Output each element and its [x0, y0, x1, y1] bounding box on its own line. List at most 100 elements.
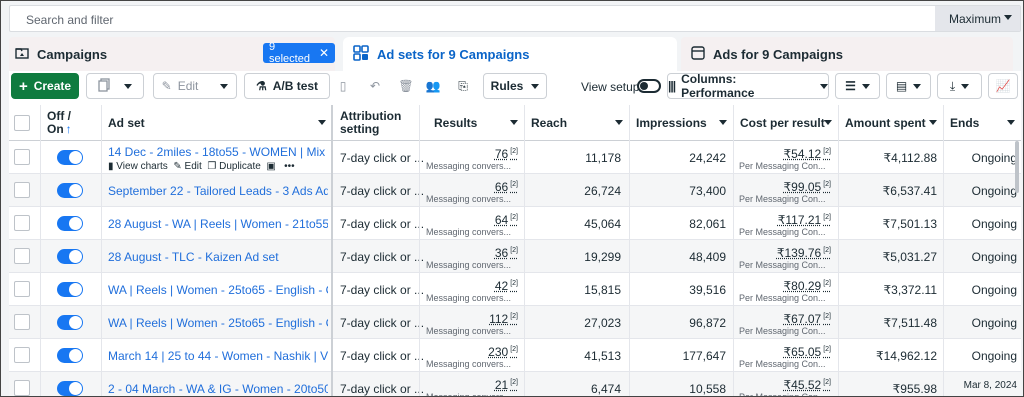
- column-adset[interactable]: Ad set: [102, 105, 332, 141]
- view-mode-label: Maximum: [949, 11, 1002, 26]
- columns-button[interactable]: ||| Columns: Performance: [667, 72, 829, 100]
- results-number: 64: [494, 213, 509, 227]
- results-value[interactable]: 21 [2]: [426, 378, 518, 392]
- results-value[interactable]: 76 [2]: [426, 147, 518, 161]
- table-row[interactable]: 14 Dec - 2miles - 18to55 - WOMEN | Mix ▮ …: [9, 141, 1021, 174]
- adset-toggle[interactable]: [57, 348, 83, 363]
- edit-button[interactable]: ✎ Edit: [153, 73, 237, 99]
- adset-toggle[interactable]: [57, 315, 83, 330]
- trash-icon[interactable]: 🗑: [393, 73, 419, 99]
- edit-link[interactable]: Edit: [185, 161, 202, 172]
- tab-campaigns[interactable]: Campaigns 9 selected ✕: [9, 37, 335, 71]
- adset-name-link[interactable]: 2 - 04 March - WA & IG - Women - 20to50 …: [108, 382, 328, 396]
- close-icon[interactable]: ✕: [319, 46, 329, 60]
- adset-name-link[interactable]: September 22 - Tailored Leads - 3 Ads Ad…: [108, 184, 328, 198]
- row-checkbox[interactable]: [14, 314, 30, 330]
- column-cpr[interactable]: Cost per result: [734, 105, 838, 141]
- adset-name-link[interactable]: WA | Reels | Women - 25to65 - English - …: [108, 316, 328, 330]
- duplicate-link[interactable]: Duplicate: [219, 161, 261, 172]
- results-value[interactable]: 42 [2]: [426, 279, 518, 293]
- cost-per-result-value[interactable]: ₹67.07 [2]: [734, 312, 831, 326]
- adset-name-link[interactable]: WA | Reels | Women - 25to65 - English - …: [108, 283, 328, 297]
- adset-toggle[interactable]: [57, 183, 83, 198]
- undo-icon[interactable]: ↶: [362, 73, 388, 99]
- column-attribution[interactable]: Attribution setting: [334, 105, 419, 141]
- row-checkbox[interactable]: [14, 182, 30, 198]
- column-offon[interactable]: Off / On ↑: [41, 105, 101, 141]
- flask-icon: ⚗: [255, 79, 267, 93]
- preview-icon[interactable]: ⎘: [449, 73, 477, 99]
- column-cpr-label: Cost per result: [740, 116, 825, 130]
- cost-per-result-value[interactable]: ₹45.52 [2]: [734, 378, 831, 392]
- adset-name-link[interactable]: March 14 | 25 to 44 - Women - Nashik | V…: [108, 349, 328, 363]
- create-button[interactable]: + Create: [11, 73, 79, 99]
- column-results[interactable]: Results: [420, 105, 524, 141]
- adset-toggle[interactable]: [57, 381, 83, 396]
- tab-ads[interactable]: Ads for 9 Campaigns: [681, 37, 1013, 71]
- table-row[interactable]: 28 August - TLC - Kaizen Ad set 7-day cli…: [9, 240, 1021, 273]
- table-row[interactable]: WA | Reels | Women - 25to65 - English - …: [9, 306, 1021, 339]
- adset-name-link[interactable]: 28 August - TLC - Kaizen Ad set: [108, 250, 328, 264]
- table-row[interactable]: September 22 - Tailored Leads - 3 Ads Ad…: [9, 174, 1021, 207]
- search-bar[interactable]: Search and filter Maximum: [9, 5, 1021, 32]
- column-spent[interactable]: Amount spent: [839, 105, 943, 141]
- pin-icon[interactable]: ▣: [266, 161, 275, 172]
- clipboard-icon[interactable]: ▯: [331, 73, 355, 99]
- view-setup-toggle[interactable]: [637, 79, 661, 93]
- chevron-down-icon: [1004, 15, 1012, 20]
- chart-button[interactable]: 📈: [988, 73, 1018, 99]
- table-row[interactable]: 28 August - WA | Reels | Women - 21to55 …: [9, 207, 1021, 240]
- row-checkbox[interactable]: [14, 248, 30, 264]
- people-icon[interactable]: 👥: [421, 73, 445, 99]
- results-value[interactable]: 64 [2]: [426, 213, 518, 227]
- view-mode-dropdown[interactable]: Maximum: [935, 6, 1020, 31]
- adset-toggle[interactable]: [57, 150, 83, 165]
- more-icon[interactable]: •••: [284, 161, 295, 172]
- cost-per-result-value[interactable]: ₹139.76 [2]: [734, 246, 831, 260]
- impressions-value: 177,647: [682, 349, 726, 363]
- trend-chart-icon: 📈: [995, 79, 1011, 93]
- results-value[interactable]: 36 [2]: [426, 246, 518, 260]
- export-button[interactable]: ⤓: [937, 73, 982, 99]
- results-value[interactable]: 66 [2]: [426, 180, 518, 194]
- adset-toggle[interactable]: [57, 282, 83, 297]
- column-impressions[interactable]: Impressions: [630, 105, 733, 141]
- cost-per-result-value[interactable]: ₹99.05 [2]: [734, 180, 831, 194]
- rules-button[interactable]: Rules: [483, 73, 547, 99]
- chevron-down-icon: [615, 120, 623, 125]
- breakdown-button[interactable]: ☰: [835, 73, 880, 99]
- column-impressions-label: Impressions: [636, 116, 707, 130]
- table-row[interactable]: WA | Reels | Women - 25to65 - English - …: [9, 273, 1021, 306]
- cost-per-result-value[interactable]: ₹117.21 [2]: [734, 213, 831, 227]
- cost-per-result-value[interactable]: ₹54.12 [2]: [734, 147, 831, 161]
- adset-name-link[interactable]: 28 August - WA | Reels | Women - 21to55 …: [108, 217, 328, 231]
- row-checkbox[interactable]: [14, 149, 30, 165]
- tab-adsets[interactable]: Ad sets for 9 Campaigns: [343, 37, 677, 71]
- amount-spent-value: ₹14,962.12: [875, 349, 937, 363]
- cost-per-result-value[interactable]: ₹80.29 [2]: [734, 279, 831, 293]
- column-reach[interactable]: Reach: [525, 105, 629, 141]
- duplicate-dropdown-button[interactable]: [86, 73, 144, 99]
- ab-test-button[interactable]: ⚗ A/B test: [244, 73, 330, 99]
- row-checkbox[interactable]: [14, 281, 30, 297]
- reach-value: 41,513: [584, 349, 621, 363]
- cpr-number: ₹117.21: [777, 213, 822, 227]
- results-number: 21: [494, 378, 509, 392]
- results-value[interactable]: 230 [2]: [426, 345, 518, 359]
- view-charts-link[interactable]: View charts: [116, 161, 168, 172]
- adset-toggle[interactable]: [57, 216, 83, 231]
- adset-name-link[interactable]: 14 Dec - 2miles - 18to55 - WOMEN | Mix: [108, 145, 328, 159]
- row-checkbox[interactable]: [14, 215, 30, 231]
- selected-count-pill[interactable]: 9 selected ✕: [263, 41, 335, 65]
- column-ends[interactable]: Ends: [944, 105, 1021, 141]
- results-value[interactable]: 112 [2]: [426, 312, 518, 326]
- reports-button[interactable]: ▤: [886, 73, 931, 99]
- row-checkbox[interactable]: [14, 380, 30, 396]
- vertical-scrollbar[interactable]: [1015, 141, 1019, 193]
- select-all-checkbox[interactable]: [14, 115, 30, 131]
- adset-toggle[interactable]: [57, 249, 83, 264]
- cost-per-result-value[interactable]: ₹65.05 [2]: [734, 345, 831, 359]
- row-checkbox[interactable]: [14, 347, 30, 363]
- table-row[interactable]: March 14 | 25 to 44 - Women - Nashik | V…: [9, 339, 1021, 372]
- table-row[interactable]: 2 - 04 March - WA & IG - Women - 20to50 …: [9, 372, 1021, 396]
